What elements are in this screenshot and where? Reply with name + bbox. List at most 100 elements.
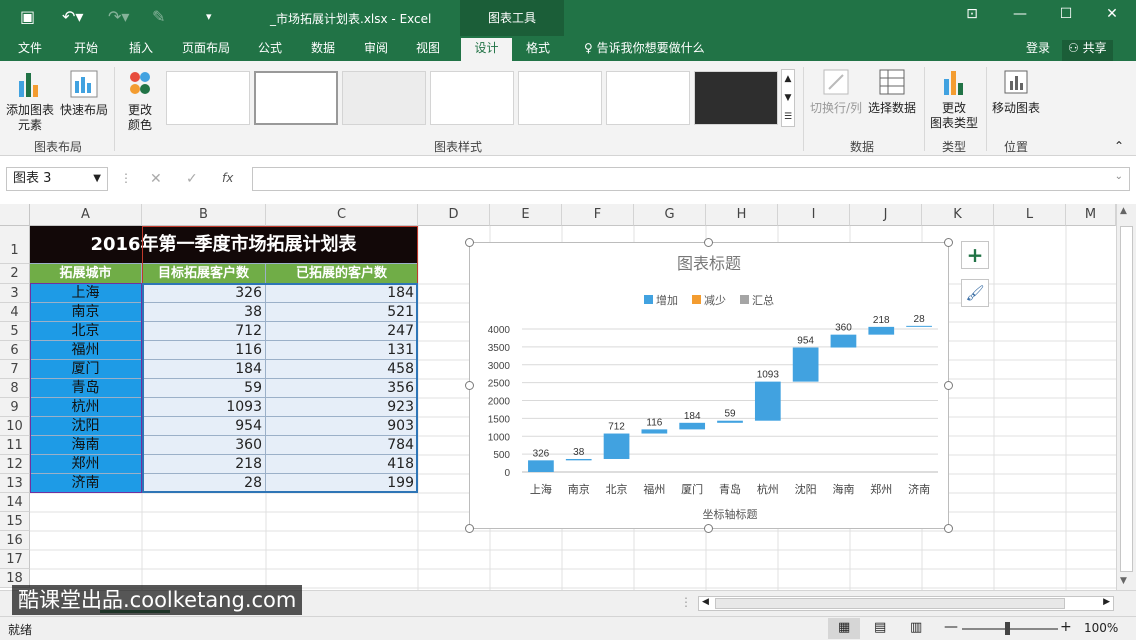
column-header-h[interactable]: H xyxy=(706,204,778,226)
insert-function-icon[interactable]: fx xyxy=(222,171,233,185)
redo-icon[interactable]: ↷▾ xyxy=(108,8,129,26)
zoom-slider-thumb[interactable] xyxy=(1005,622,1010,635)
x-axis-title[interactable]: 坐标轴标题 xyxy=(703,507,758,521)
row-header-4[interactable]: 4 xyxy=(0,303,30,322)
row-header-2[interactable]: 2 xyxy=(0,264,30,284)
value-cell[interactable]: 184 xyxy=(142,360,266,379)
chart-style-6[interactable] xyxy=(606,71,690,125)
chart-title[interactable]: 图表标题 xyxy=(677,255,741,273)
ribbon-display-icon[interactable]: ⊡ xyxy=(960,6,984,22)
tab-format[interactable]: 格式 xyxy=(520,40,556,61)
waterfall-bar-4[interactable] xyxy=(679,422,706,430)
chart-style-1[interactable] xyxy=(166,71,250,125)
value-cell[interactable]: 59 xyxy=(142,379,266,398)
row-header-3[interactable]: 3 xyxy=(0,284,30,303)
city-cell[interactable]: 郑州 xyxy=(30,455,142,474)
undo-icon[interactable]: ↶▾ xyxy=(62,8,83,26)
move-chart-button[interactable]: 移动图表 xyxy=(990,67,1042,116)
page-break-view-icon[interactable]: ▥ xyxy=(910,620,922,635)
city-cell[interactable]: 南京 xyxy=(30,303,142,322)
waterfall-bar-2[interactable] xyxy=(603,433,630,459)
row-header-9[interactable]: 9 xyxy=(0,398,30,417)
value-cell[interactable]: 458 xyxy=(266,360,418,379)
tab-insert[interactable]: 插入 xyxy=(123,40,159,61)
chart-resize-handle-bc[interactable] xyxy=(704,524,713,533)
column-header-j[interactable]: J xyxy=(850,204,922,226)
share-button[interactable]: ⚇ 共享 xyxy=(1062,40,1113,61)
value-cell[interactable]: 247 xyxy=(266,322,418,341)
row-header-12[interactable]: 12 xyxy=(0,455,30,474)
chart-resize-handle-br[interactable] xyxy=(944,524,953,533)
chart-style-5[interactable] xyxy=(518,71,602,125)
chart-style-2[interactable] xyxy=(254,71,338,125)
city-cell[interactable]: 福州 xyxy=(30,341,142,360)
page-layout-view-icon[interactable]: ▤ xyxy=(874,620,886,635)
column-header-b[interactable]: B xyxy=(142,204,266,226)
column-header-a[interactable]: A xyxy=(30,204,142,226)
vertical-scroll-thumb[interactable] xyxy=(1120,226,1133,572)
chart-resize-handle-ml[interactable] xyxy=(465,381,474,390)
row-header-1[interactable]: 1 xyxy=(0,226,30,264)
zoom-slider[interactable] xyxy=(962,628,1058,630)
row-header-16[interactable]: 16 xyxy=(0,531,30,550)
horizontal-scrollbar[interactable]: ◀ ▶ xyxy=(698,596,1114,611)
scroll-down-icon[interactable]: ▼ xyxy=(1120,576,1127,586)
table-header-cell[interactable]: 已拓展的客户数 xyxy=(266,264,418,284)
value-cell[interactable]: 923 xyxy=(266,398,418,417)
city-cell[interactable]: 上海 xyxy=(30,284,142,303)
scroll-left-icon[interactable]: ◀ xyxy=(702,597,709,607)
chart-style-3[interactable] xyxy=(342,71,426,125)
name-box-dropdown-icon[interactable]: ▼ xyxy=(93,168,101,190)
column-header-d[interactable]: D xyxy=(418,204,490,226)
tab-review[interactable]: 审阅 xyxy=(358,40,394,61)
row-header-11[interactable]: 11 xyxy=(0,436,30,455)
chart-resize-handle-tl[interactable] xyxy=(465,238,474,247)
table-header-cell[interactable]: 目标拓展客户数 xyxy=(142,264,266,284)
vertical-scrollbar[interactable]: ▲ ▼ xyxy=(1116,204,1136,590)
value-cell[interactable]: 954 xyxy=(142,417,266,436)
zoom-in-icon[interactable]: + xyxy=(1060,619,1072,635)
close-button[interactable]: ✕ xyxy=(1100,6,1124,22)
waterfall-bar-1[interactable] xyxy=(565,458,592,461)
scroll-right-icon[interactable]: ▶ xyxy=(1103,597,1110,607)
waterfall-bar-3[interactable] xyxy=(641,429,668,434)
table-title-cell[interactable]: 2016年第一季度市场拓展计划表 xyxy=(30,226,418,264)
value-cell[interactable]: 199 xyxy=(266,474,418,493)
city-cell[interactable]: 海南 xyxy=(30,436,142,455)
switch-row-column-button[interactable]: 切换行/列 xyxy=(808,67,864,116)
value-cell[interactable]: 184 xyxy=(266,284,418,303)
chart-resize-handle-tc[interactable] xyxy=(704,238,713,247)
waterfall-bar-8[interactable] xyxy=(830,334,857,348)
value-cell[interactable]: 784 xyxy=(266,436,418,455)
waterfall-bar-6[interactable] xyxy=(754,381,781,421)
value-cell[interactable]: 521 xyxy=(266,303,418,322)
normal-view-button[interactable]: ▦ xyxy=(828,618,860,639)
value-cell[interactable]: 116 xyxy=(142,341,266,360)
chart-style-7[interactable] xyxy=(694,71,778,125)
value-cell[interactable]: 903 xyxy=(266,417,418,436)
row-header-13[interactable]: 13 xyxy=(0,474,30,493)
waterfall-bar-5[interactable] xyxy=(717,420,743,423)
column-header-f[interactable]: F xyxy=(562,204,634,226)
column-header-l[interactable]: L xyxy=(994,204,1066,226)
minimize-button[interactable]: — xyxy=(1008,6,1032,22)
value-cell[interactable]: 28 xyxy=(142,474,266,493)
zoom-level[interactable]: 100% xyxy=(1084,621,1118,635)
tab-home[interactable]: 开始 xyxy=(68,40,104,61)
city-cell[interactable]: 厦门 xyxy=(30,360,142,379)
row-header-17[interactable]: 17 xyxy=(0,550,30,569)
row-header-6[interactable]: 6 xyxy=(0,341,30,360)
select-all-corner[interactable] xyxy=(0,204,30,226)
chart-resize-handle-mr[interactable] xyxy=(944,381,953,390)
waterfall-chart[interactable]: 图表标题 增加 减少 汇总 0 500 1000 1500 2000 2500 3000 3500 40… xyxy=(469,242,949,529)
scroll-up-icon[interactable]: ▲ xyxy=(1120,206,1127,216)
row-header-10[interactable]: 10 xyxy=(0,417,30,436)
chart-resize-handle-tr[interactable] xyxy=(944,238,953,247)
column-header-k[interactable]: K xyxy=(922,204,994,226)
row-header-5[interactable]: 5 xyxy=(0,322,30,341)
chart-styles-brush-icon[interactable]: 🖌 xyxy=(961,279,989,307)
row-header-8[interactable]: 8 xyxy=(0,379,30,398)
quick-layout-button[interactable]: 快速布局 xyxy=(58,67,110,118)
select-data-button[interactable]: 选择数据 xyxy=(866,67,918,116)
change-colors-button[interactable]: 更改 颜色 xyxy=(118,67,162,133)
